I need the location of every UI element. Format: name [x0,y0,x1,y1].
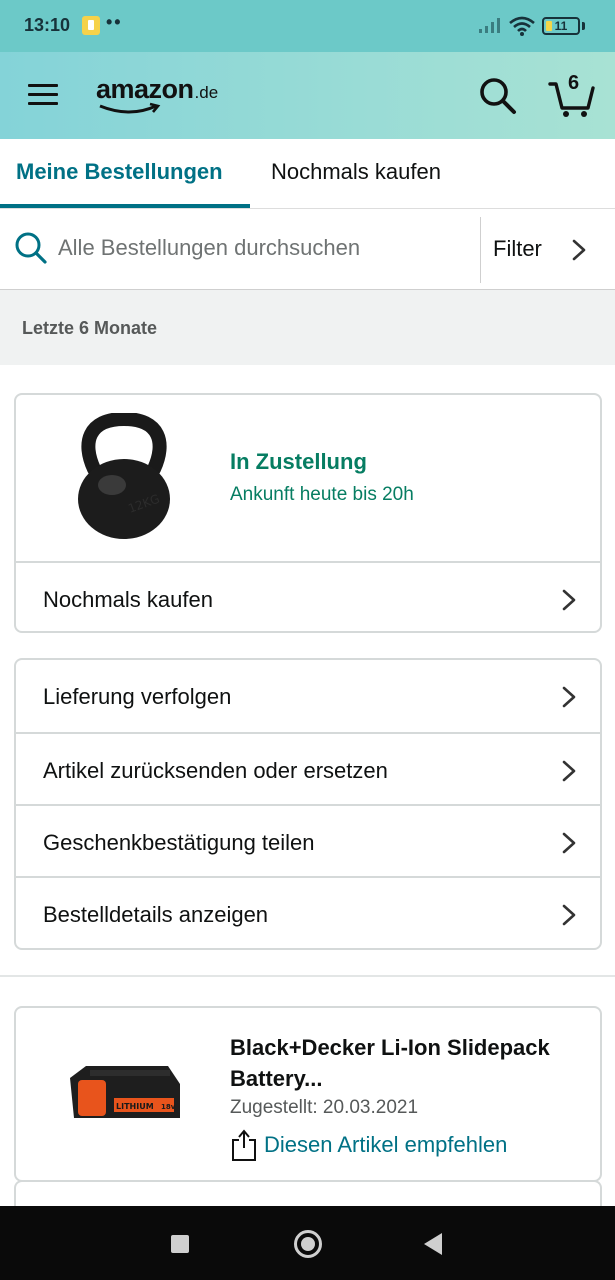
action-order-details[interactable]: Bestelldetails anzeigen [16,876,600,948]
recommend-item-link[interactable]: Diesen Artikel empfehlen [264,1132,507,1158]
search-icon[interactable] [478,76,518,116]
amazon-logo[interactable]: amazon.de [96,74,218,114]
system-nav-bar [0,1206,615,1280]
status-bar: 13:10 •• 11 [0,0,615,52]
more-notifications-dots: •• [106,12,123,32]
action-label: Artikel zurücksenden oder ersetzen [43,758,388,783]
buy-again-label: Nochmals kaufen [43,587,213,612]
orders-tabs: Meine Bestellungen Nochmals kaufen [0,139,615,209]
order-actions-card: Lieferung verfolgen Artikel zurücksenden… [14,658,602,950]
search-orders-input[interactable] [58,235,468,261]
tab-my-orders[interactable]: Meine Bestellungen [16,159,223,185]
divider [0,975,615,977]
battery-image: LITHIUM 18v [70,1066,180,1118]
search-icon [15,232,47,264]
smile-arrow-icon [99,102,161,114]
wifi-icon [509,16,535,36]
product-title[interactable]: Black+Decker Li-Ion Slidepack Battery... [230,1032,590,1094]
action-track-delivery[interactable]: Lieferung verfolgen [16,660,600,732]
order-card: LITHIUM 18v Black+Decker Li-Ion Slidepac… [14,1006,602,1182]
battery-brand-label: LITHIUM [116,1102,154,1111]
time-range-label: Letzte 6 Monate [22,318,158,338]
chevron-right-icon [562,686,576,708]
order-item[interactable]: LITHIUM 18v Black+Decker Li-Ion Slidepac… [16,1008,600,1180]
battery-icon: 11 [542,17,580,35]
action-label: Geschenkbestätigung teilen [43,830,315,855]
back-icon[interactable] [424,1233,442,1255]
cart-button[interactable]: 6 [548,72,598,118]
order-card: 12KG In Zustellung Ankunft heute bis 20h… [14,393,602,633]
kettlebell-image: 12KG [78,413,170,539]
logo-text: amazon [96,74,194,104]
chevron-right-icon [562,589,576,611]
delivery-date: Zugestellt: 20.03.2021 [230,1097,419,1118]
buy-again-row[interactable]: Nochmals kaufen [16,561,600,631]
notification-icon [82,16,100,35]
battery-voltage-label: 18v [161,1103,176,1111]
app-header: amazon.de 6 [0,52,615,139]
signal-icon [479,18,500,33]
battery-level: 11 [554,19,568,33]
chevron-right-icon [562,760,576,782]
chevron-right-icon [562,832,576,854]
order-item[interactable]: 12KG In Zustellung Ankunft heute bis 20h [16,395,600,561]
cart-count-badge: 6 [568,72,580,94]
delivery-eta: Ankunft heute bis 20h [230,484,414,505]
action-label: Lieferung verfolgen [43,684,232,709]
action-share-gift-receipt[interactable]: Geschenkbestätigung teilen [16,804,600,876]
order-search-bar: Filter [0,209,615,290]
recents-icon[interactable] [171,1235,189,1253]
share-icon[interactable] [229,1128,259,1162]
tab-buy-again[interactable]: Nochmals kaufen [271,159,441,185]
action-return-replace[interactable]: Artikel zurücksenden oder ersetzen [16,732,600,804]
chevron-right-icon [562,904,576,926]
action-label: Bestelldetails anzeigen [43,902,269,927]
filter-button[interactable]: Filter [493,236,542,262]
active-tab-indicator [0,204,250,208]
logo-tld: .de [194,83,219,102]
delivery-status: In Zustellung [230,449,367,474]
time-range-header: Letzte 6 Monate [0,290,615,365]
clock: 13:10 [24,15,71,35]
menu-icon[interactable] [28,82,60,108]
divider [480,217,481,283]
home-icon[interactable] [294,1230,322,1258]
chevron-right-icon[interactable] [571,239,587,261]
